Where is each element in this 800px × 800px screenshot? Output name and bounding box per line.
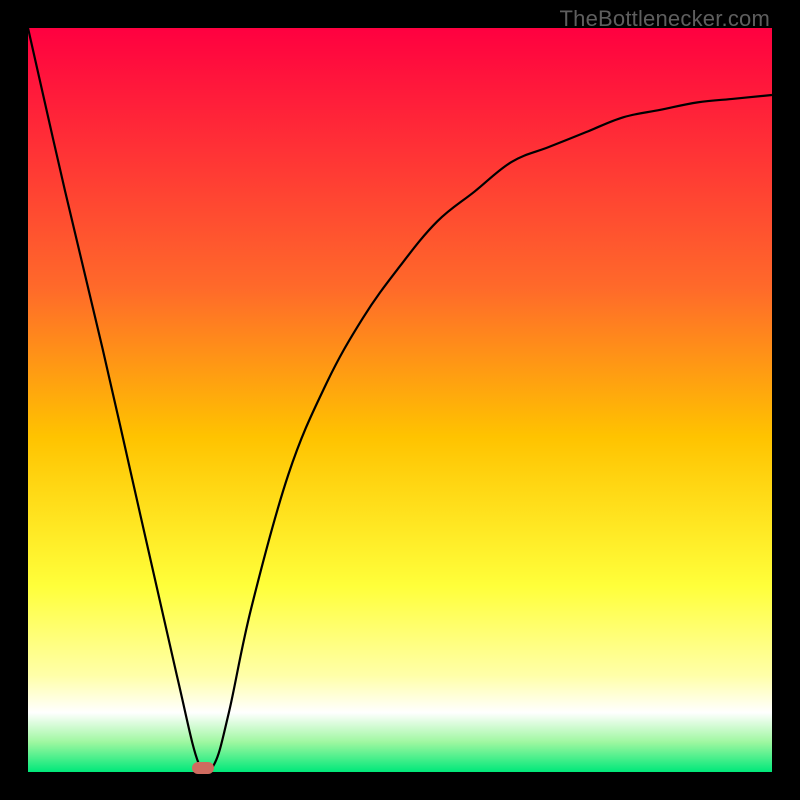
- bottleneck-curve: [28, 28, 772, 772]
- plot-area: [28, 28, 772, 772]
- optimal-point-marker: [192, 762, 214, 774]
